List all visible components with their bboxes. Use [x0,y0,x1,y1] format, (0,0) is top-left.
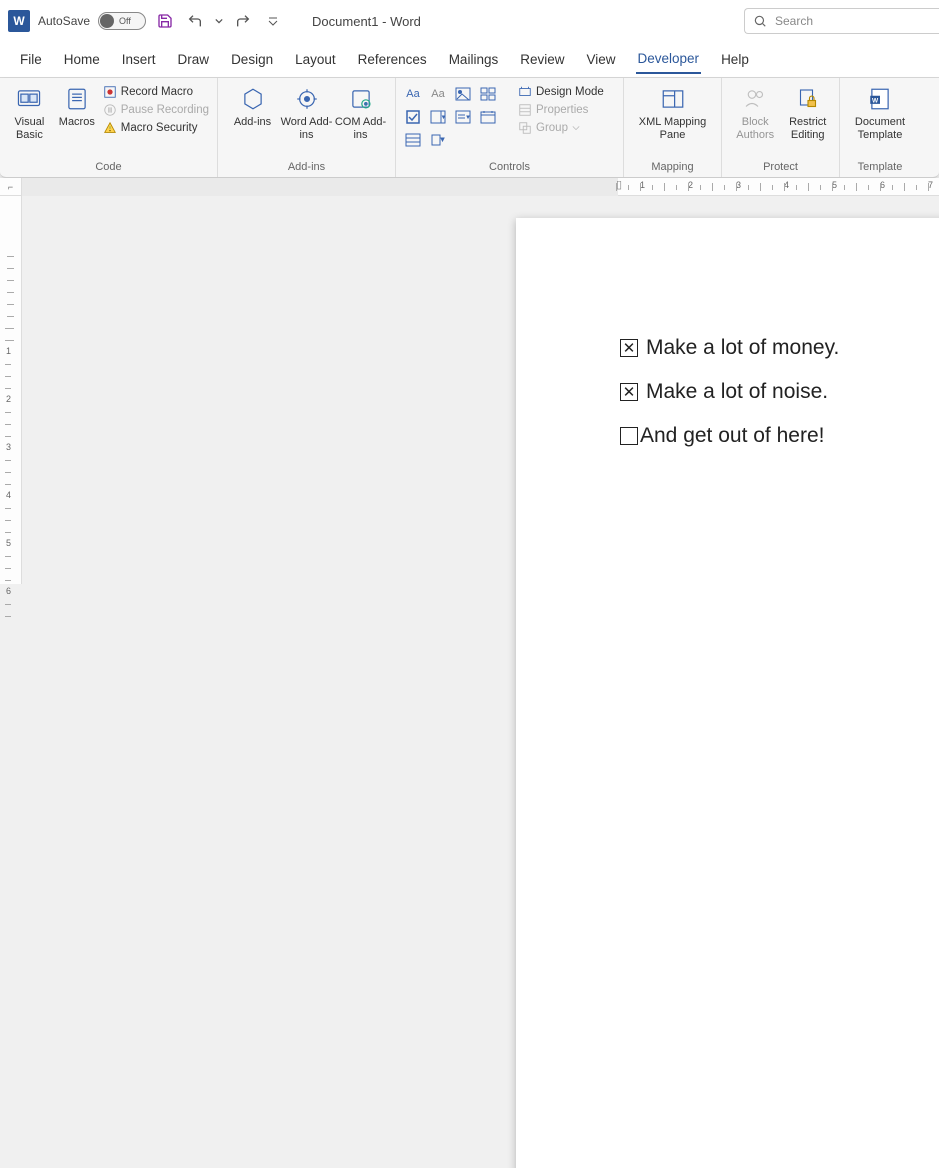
title-bar: W AutoSave Off Document1 - Word Search [0,0,939,42]
group-mapping: XML Mapping Pane Mapping [624,78,722,177]
tab-view[interactable]: View [584,46,617,73]
document-page[interactable]: ✕ Make a lot of money. ✕ Make a lot of n… [516,218,939,1168]
visual-basic-button[interactable]: Visual Basic [6,82,53,142]
design-mode-button[interactable]: Design Mode [516,84,606,100]
checklist-text: And get out of here! [640,414,824,458]
autosave-label: AutoSave [38,14,90,28]
autosave-toggle[interactable]: Off [98,12,146,30]
checklist-text: Make a lot of noise. [646,370,828,414]
tab-mailings[interactable]: Mailings [447,46,501,73]
legacy-tools-icon[interactable] [427,130,449,150]
tab-references[interactable]: References [356,46,429,73]
datepicker-control-icon[interactable] [477,107,499,127]
checklist-item[interactable]: ✕ Make a lot of noise. [620,370,839,414]
undo-dropdown-icon[interactable] [214,10,224,32]
com-addins-button[interactable]: COM Add-ins [334,82,388,142]
checkbox-unchecked-icon[interactable] [620,427,638,445]
checkbox-control-icon[interactable] [402,107,424,127]
addins-button[interactable]: Add-ins [226,82,280,129]
tab-developer[interactable]: Developer [636,45,702,74]
record-macro-button[interactable]: Record Macro [101,84,211,100]
vertical-ruler[interactable]: 123456 [0,196,22,584]
properties-button: Properties [516,102,606,118]
pause-recording-button: Pause Recording [101,102,211,118]
pause-icon [103,103,117,117]
document-template-button[interactable]: W Document Template [847,82,913,142]
group-template: W Document Template Template [840,78,920,177]
buildingblock-control-icon[interactable] [477,84,499,104]
design-mode-icon [518,85,532,99]
controls-gallery: Aa Aa [402,82,499,150]
plaintext-control-icon[interactable]: Aa [427,84,449,104]
tab-draw[interactable]: Draw [176,46,212,73]
search-box[interactable]: Search [744,8,939,34]
tab-review[interactable]: Review [518,46,566,73]
tab-layout[interactable]: Layout [293,46,338,73]
document-body[interactable]: ✕ Make a lot of money. ✕ Make a lot of n… [620,326,839,458]
picture-control-icon[interactable] [452,84,474,104]
group-icon [518,121,532,135]
checklist-text: Make a lot of money. [646,326,839,370]
chevron-down-icon [572,124,580,132]
document-title: Document1 - Word [312,14,421,29]
qat-customize-icon[interactable] [262,10,284,32]
ruler-corner: ⌐ [0,178,22,196]
tab-insert[interactable]: Insert [120,46,158,73]
group-addins: Add-ins Word Add-ins COM Add-ins Add-ins [218,78,396,177]
undo-icon[interactable] [184,10,206,32]
checkbox-checked-icon[interactable]: ✕ [620,383,638,401]
record-macro-icon [103,85,117,99]
group-controls: Aa Aa Design Mode Properties [396,78,624,177]
repeating-control-icon[interactable] [402,130,424,150]
redo-icon[interactable] [232,10,254,32]
word-addins-button[interactable]: Word Add-ins [280,82,334,142]
search-placeholder: Search [775,14,813,28]
warning-icon [103,121,117,135]
restrict-editing-button[interactable]: Restrict Editing [782,82,833,142]
ribbon: Visual Basic Macros Record Macro Pause R… [0,78,939,178]
macros-button[interactable]: Macros [57,82,97,129]
dropdown-control-icon[interactable] [452,107,474,127]
ribbon-tabs: File Home Insert Draw Design Layout Refe… [0,42,939,78]
checklist-item[interactable]: ✕ Make a lot of money. [620,326,839,370]
block-authors-button: Block Authors [728,82,782,142]
horizontal-ruler[interactable]: ▯ 1234567 [22,178,939,196]
group-code: Visual Basic Macros Record Macro Pause R… [0,78,218,177]
svg-text:W: W [872,97,879,104]
macro-security-button[interactable]: Macro Security [101,120,211,136]
tab-home[interactable]: Home [62,46,102,73]
richtext-control-icon[interactable]: Aa [402,84,424,104]
save-icon[interactable] [154,10,176,32]
group-protect: Block Authors Restrict Editing Protect [722,78,840,177]
tab-design[interactable]: Design [229,46,275,73]
search-icon [753,14,767,28]
word-logo-icon: W [8,10,30,32]
checkbox-checked-icon[interactable]: ✕ [620,339,638,357]
editing-area: ⌐ ▯ 1234567 123456 ✕ Make a lot of money… [0,178,939,584]
group-button: Group [516,120,606,136]
checklist-item[interactable]: And get out of here! [620,414,839,458]
tab-file[interactable]: File [18,46,44,73]
tab-help[interactable]: Help [719,46,751,73]
combobox-control-icon[interactable] [427,107,449,127]
properties-icon [518,103,532,117]
xml-mapping-button[interactable]: XML Mapping Pane [631,82,715,142]
